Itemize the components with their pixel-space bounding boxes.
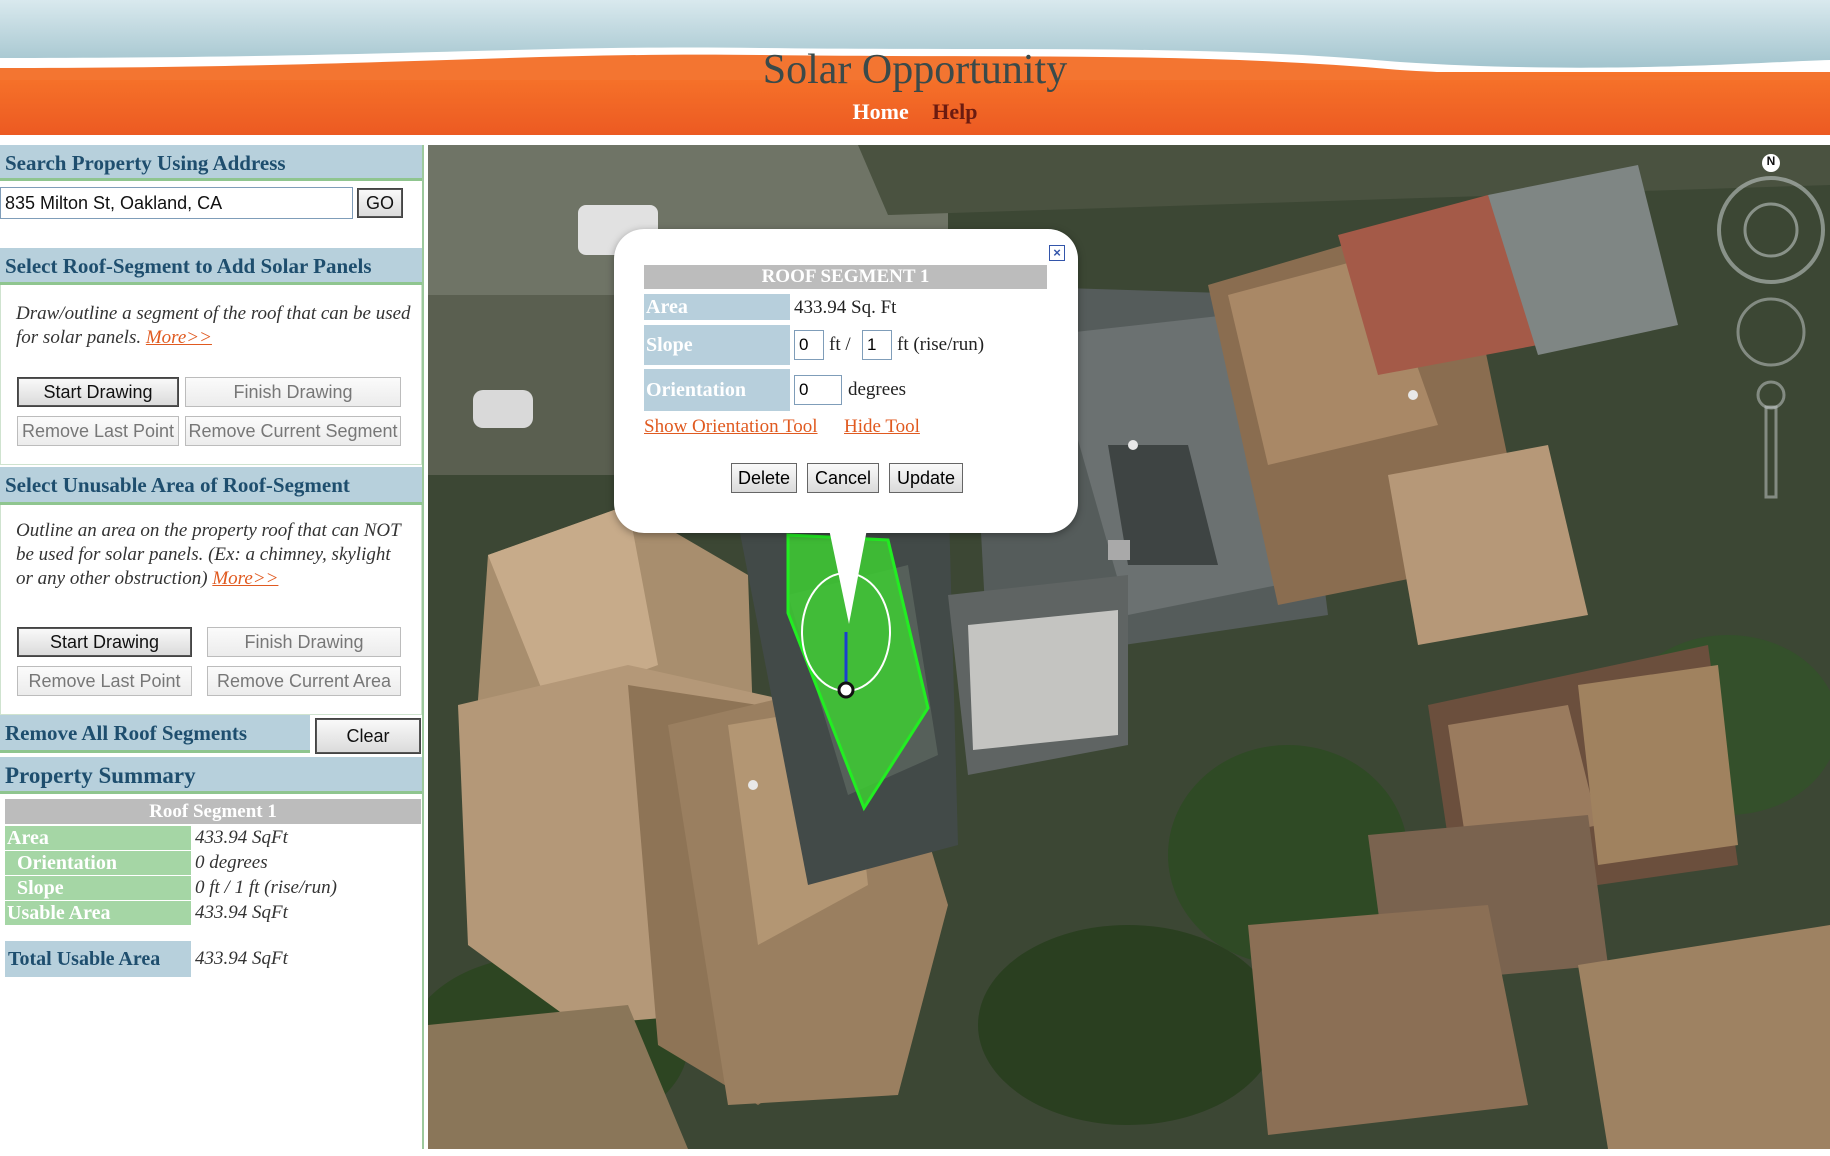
update-button[interactable]: Update <box>889 463 963 493</box>
unusable-area-panel: Outline an area on the property roof tha… <box>0 505 422 715</box>
unusable-area-description: Outline an area on the property roof tha… <box>16 519 411 591</box>
unusable-area-more-link[interactable]: More>> <box>212 568 278 589</box>
address-input[interactable] <box>0 187 353 219</box>
search-heading: Search Property Using Address <box>0 145 422 181</box>
total-usable-area-value: 433.94 SqFt <box>195 948 288 969</box>
remove-current-area-button[interactable]: Remove Current Area <box>207 666 401 696</box>
summary-segment-title: Roof Segment 1 <box>5 799 421 824</box>
remove-last-point-segment-button[interactable]: Remove Last Point <box>17 416 179 446</box>
popup-title: ROOF SEGMENT 1 <box>644 265 1047 289</box>
unusable-area-heading: Select Unusable Area of Roof-Segment <box>0 467 422 505</box>
site-header: Solar Opportunity Home Help <box>0 0 1830 135</box>
hide-tool-link[interactable]: Hide Tool <box>844 416 920 438</box>
slope-run-input[interactable] <box>862 330 892 360</box>
go-button[interactable]: GO <box>357 188 403 218</box>
nav-help-link[interactable]: Help <box>932 99 977 124</box>
close-icon[interactable]: × <box>1049 245 1065 261</box>
add-segment-description: Draw/outline a segment of the roof that … <box>16 302 411 350</box>
start-drawing-area-button[interactable]: Start Drawing <box>17 627 192 657</box>
summary-row-value: 0 degrees <box>195 852 268 873</box>
slope-rise-input[interactable] <box>794 330 824 360</box>
summary-row-value: 433.94 SqFt <box>195 902 288 923</box>
property-summary-table: Roof Segment 1 Area 433.94 SqFt Orientat… <box>5 797 421 997</box>
summary-row-label: Slope <box>5 876 191 900</box>
orientation-input[interactable] <box>794 375 842 405</box>
popup-area-value: 433.94 Sq. Ft <box>794 297 897 318</box>
summary-row-label: Orientation <box>5 851 191 875</box>
remove-current-segment-button[interactable]: Remove Current Segment <box>185 416 401 446</box>
nav-home-link[interactable]: Home <box>853 99 909 124</box>
unusable-area-description-text: Outline an area on the property roof tha… <box>16 520 401 589</box>
finish-drawing-segment-button[interactable]: Finish Drawing <box>185 377 401 407</box>
sidebar: Search Property Using Address GO Select … <box>0 145 424 1149</box>
summary-row: Orientation 0 degrees <box>5 851 421 875</box>
show-orientation-tool-link[interactable]: Show Orientation Tool <box>644 416 818 438</box>
total-usable-area-label: Total Usable Area <box>5 941 191 977</box>
cancel-button[interactable]: Cancel <box>807 463 879 493</box>
roof-segment-popup: × ROOF SEGMENT 1 Area 433.94 Sq. Ft Slop… <box>614 229 1078 624</box>
finish-drawing-area-button[interactable]: Finish Drawing <box>207 627 401 657</box>
summary-row-value: 0 ft / 1 ft (rise/run) <box>195 877 337 898</box>
remove-all-heading: Remove All Roof Segments <box>0 715 310 753</box>
popup-pointer <box>829 529 867 624</box>
add-segment-description-text: Draw/outline a segment of the roof that … <box>16 303 411 348</box>
add-segment-heading: Select Roof-Segment to Add Solar Panels <box>0 248 422 285</box>
add-segment-panel: Draw/outline a segment of the roof that … <box>0 285 422 465</box>
summary-row: Area 433.94 SqFt <box>5 826 421 850</box>
popup-slope-label: Slope <box>644 325 790 365</box>
popup-orientation-label: Orientation <box>644 369 790 411</box>
compass-north-label: N <box>1766 154 1776 168</box>
clear-button[interactable]: Clear <box>315 718 421 754</box>
summary-row: Slope 0 ft / 1 ft (rise/run) <box>5 876 421 900</box>
summary-row-label: Area <box>5 826 191 850</box>
remove-last-point-area-button[interactable]: Remove Last Point <box>17 666 192 696</box>
add-segment-more-link[interactable]: More>> <box>146 327 212 348</box>
slope-ft-separator: ft / <box>829 334 851 355</box>
summary-row-label: Usable Area <box>5 901 191 925</box>
orientation-tool-handle[interactable] <box>837 681 855 699</box>
start-drawing-segment-button[interactable]: Start Drawing <box>17 377 179 407</box>
main-nav: Home Help <box>0 99 1830 125</box>
site-title: Solar Opportunity <box>762 47 1068 93</box>
popup-area-label: Area <box>644 294 790 320</box>
property-summary-heading: Property Summary <box>0 757 422 794</box>
summary-row-value: 433.94 SqFt <box>195 827 288 848</box>
delete-button[interactable]: Delete <box>731 463 797 493</box>
summary-total-row: Total Usable Area 433.94 SqFt <box>5 941 421 977</box>
orientation-unit-label: degrees <box>848 379 907 400</box>
summary-row: Usable Area 433.94 SqFt <box>5 901 421 925</box>
slope-unit-label: ft (rise/run) <box>897 334 985 355</box>
